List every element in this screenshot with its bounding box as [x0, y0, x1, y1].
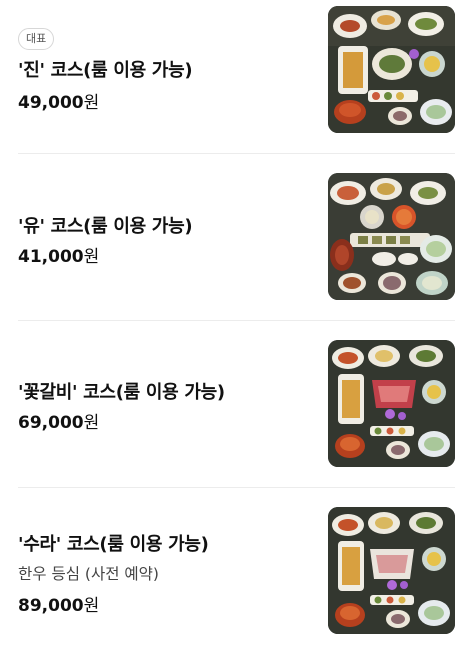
menu-item-name: '수라' 코스(룸 이용 가능)	[18, 534, 209, 555]
menu-item-name: '유' 코스(룸 이용 가능)	[18, 216, 193, 237]
menu-item-name: '꽃갈비' 코스(룸 이용 가능)	[18, 382, 225, 403]
menu-item-photo[interactable]	[328, 6, 455, 133]
menu-item-jin-course[interactable]: 대표 '진' 코스(룸 이용 가능) 49,000원	[0, 0, 466, 154]
course-meal-image	[328, 340, 455, 467]
menu-item-photo[interactable]	[328, 173, 455, 300]
menu-item-kkotgalbi-course[interactable]: '꽃갈비' 코스(룸 이용 가능) 69,000원	[0, 321, 466, 487]
menu-item-yu-course[interactable]: '유' 코스(룸 이용 가능) 41,000원	[0, 154, 466, 320]
menu-list: 대표 '진' 코스(룸 이용 가능) 49,000원 '유' 코스(룸 이용 가…	[0, 0, 466, 653]
menu-item-price: 89,000원	[18, 596, 100, 616]
menu-item-description: 한우 등심 (사전 예약)	[18, 565, 159, 583]
menu-item-name: '진' 코스(룸 이용 가능)	[18, 60, 193, 81]
menu-item-sura-course[interactable]: '수라' 코스(룸 이용 가능) 한우 등심 (사전 예약) 89,000원	[0, 488, 466, 653]
course-meal-image	[328, 507, 455, 634]
course-meal-image	[328, 6, 455, 133]
menu-item-price: 69,000원	[18, 413, 100, 433]
course-meal-image	[328, 173, 455, 300]
menu-item-price: 49,000원	[18, 93, 100, 113]
signature-badge: 대표	[18, 28, 55, 50]
menu-item-photo[interactable]	[328, 507, 455, 634]
menu-item-price: 41,000원	[18, 247, 100, 267]
menu-item-photo[interactable]	[328, 340, 455, 467]
